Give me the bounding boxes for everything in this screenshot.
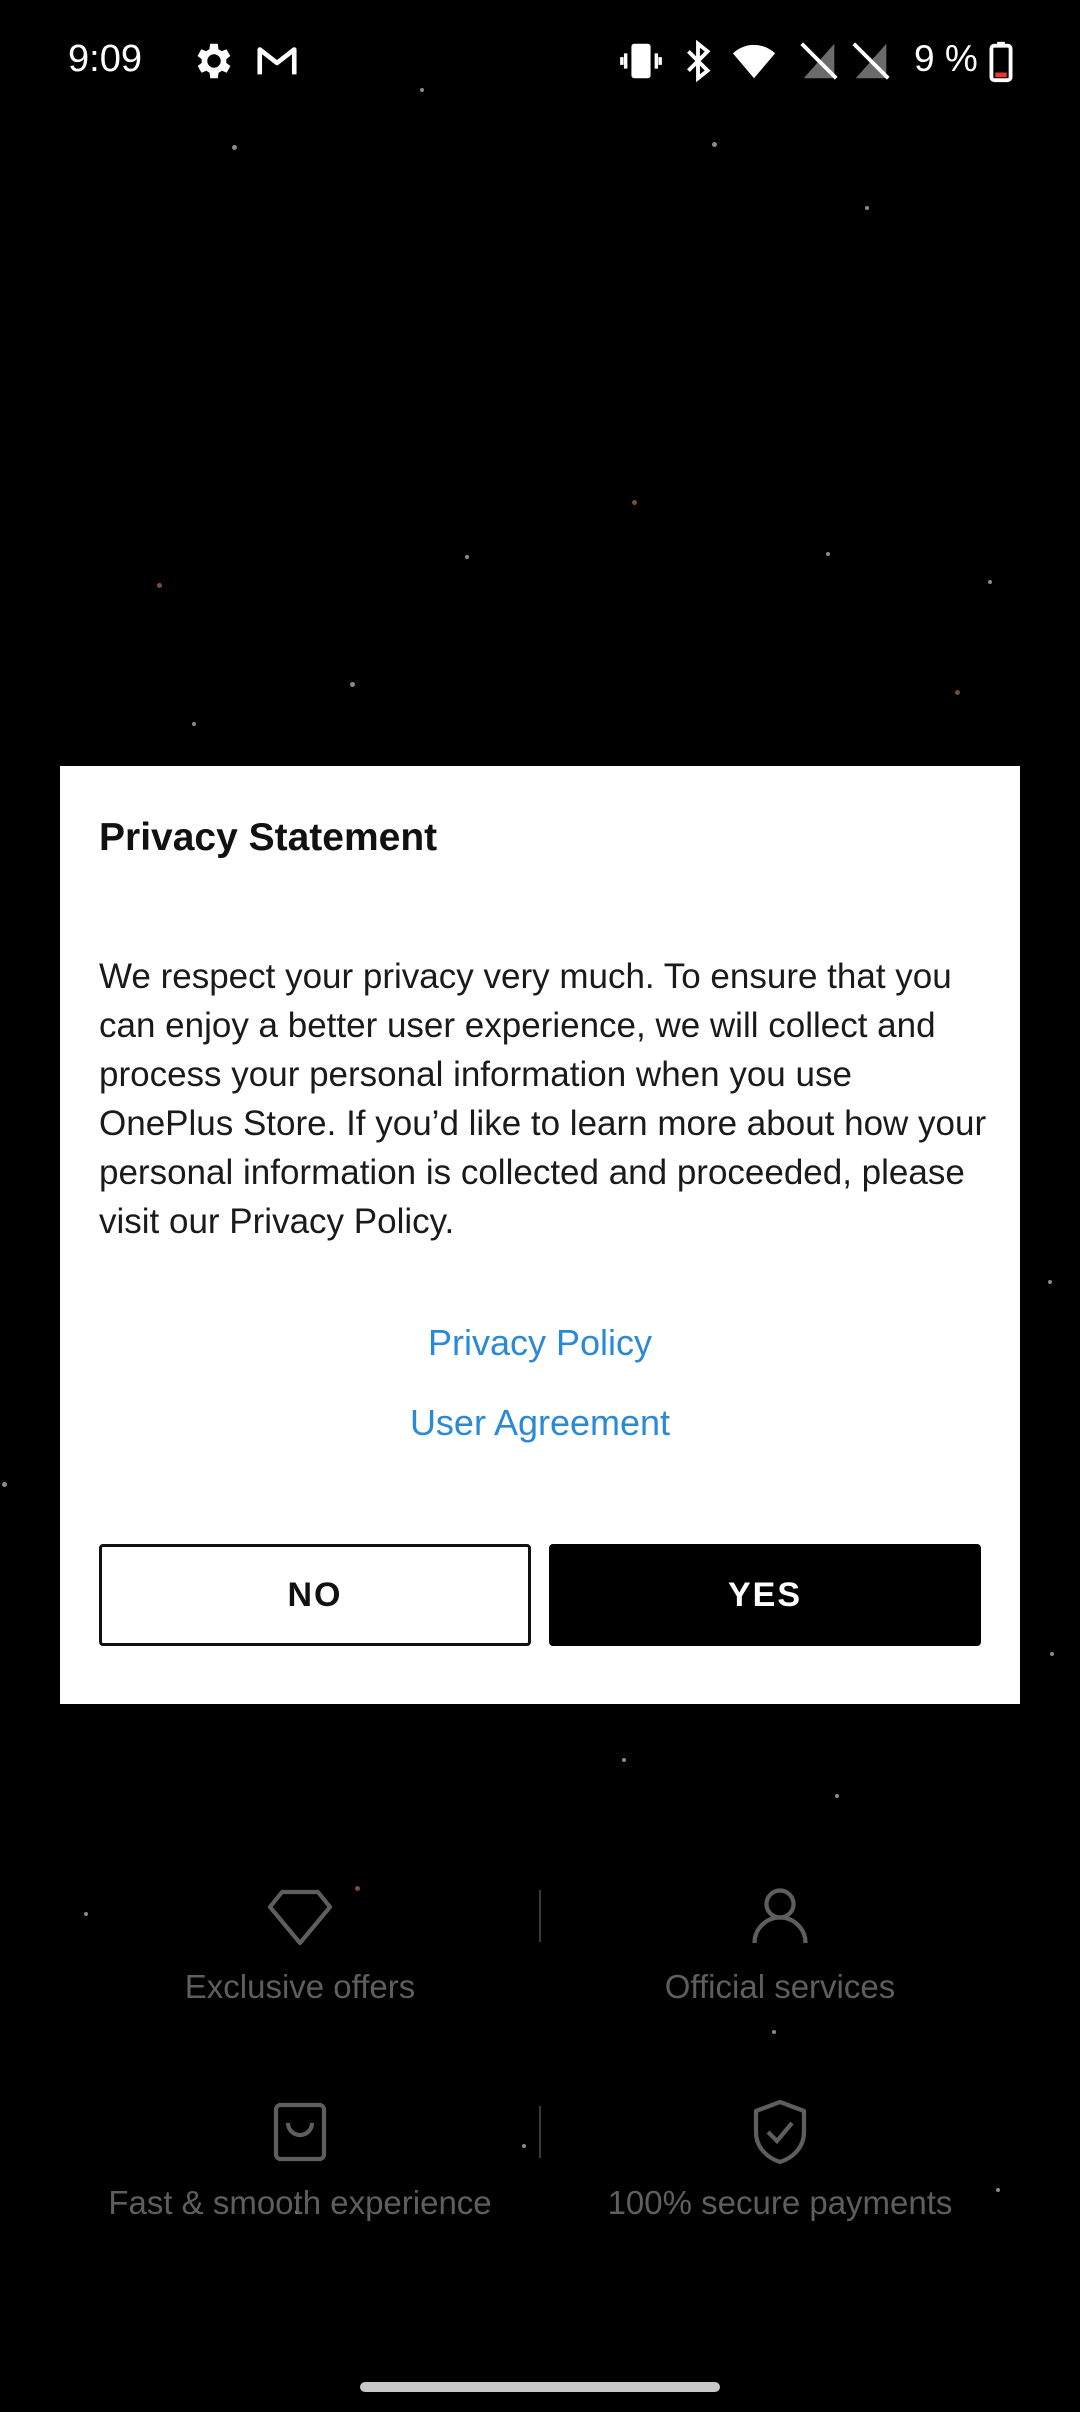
dialog-title: Privacy Statement [99,816,438,859]
person-icon [752,1888,808,1944]
bluetooth-icon [687,39,711,83]
status-bar: 9:09 9 % [0,0,1080,125]
home-indicator[interactable] [360,2382,720,2392]
feature-exclusive-offers: Exclusive offers [60,1880,540,2006]
privacy-policy-link[interactable]: Privacy Policy [60,1322,1020,1364]
wifi-icon [732,44,776,79]
feature-secure-payments: 100% secure payments [540,2096,1020,2222]
diamond-icon [267,1889,333,1946]
settings-icon [197,43,231,79]
shopping-bag-icon [273,2102,327,2162]
status-time: 9:09 [68,38,142,80]
no-sim-icon [800,42,838,80]
dialog-body: We respect your privacy very much. To en… [99,957,987,1241]
no-button[interactable]: NO [99,1544,531,1646]
battery-low-icon [989,41,1013,83]
shield-check-icon [753,2099,807,2165]
vibrate-icon [620,43,662,79]
feature-official-services: Official services [540,1880,1020,2006]
gmail-icon [257,47,297,75]
user-agreement-link[interactable]: User Agreement [60,1402,1020,1444]
yes-button[interactable]: YES [549,1544,981,1646]
no-sim-icon [852,42,890,80]
features-grid: Exclusive offers Official services Fast … [0,1860,1080,2240]
feature-fast-smooth: Fast & smooth experience [60,2096,540,2222]
battery-percentage: 9 % [914,38,978,79]
privacy-dialog: Privacy Statement We respect your privac… [60,766,1020,1704]
